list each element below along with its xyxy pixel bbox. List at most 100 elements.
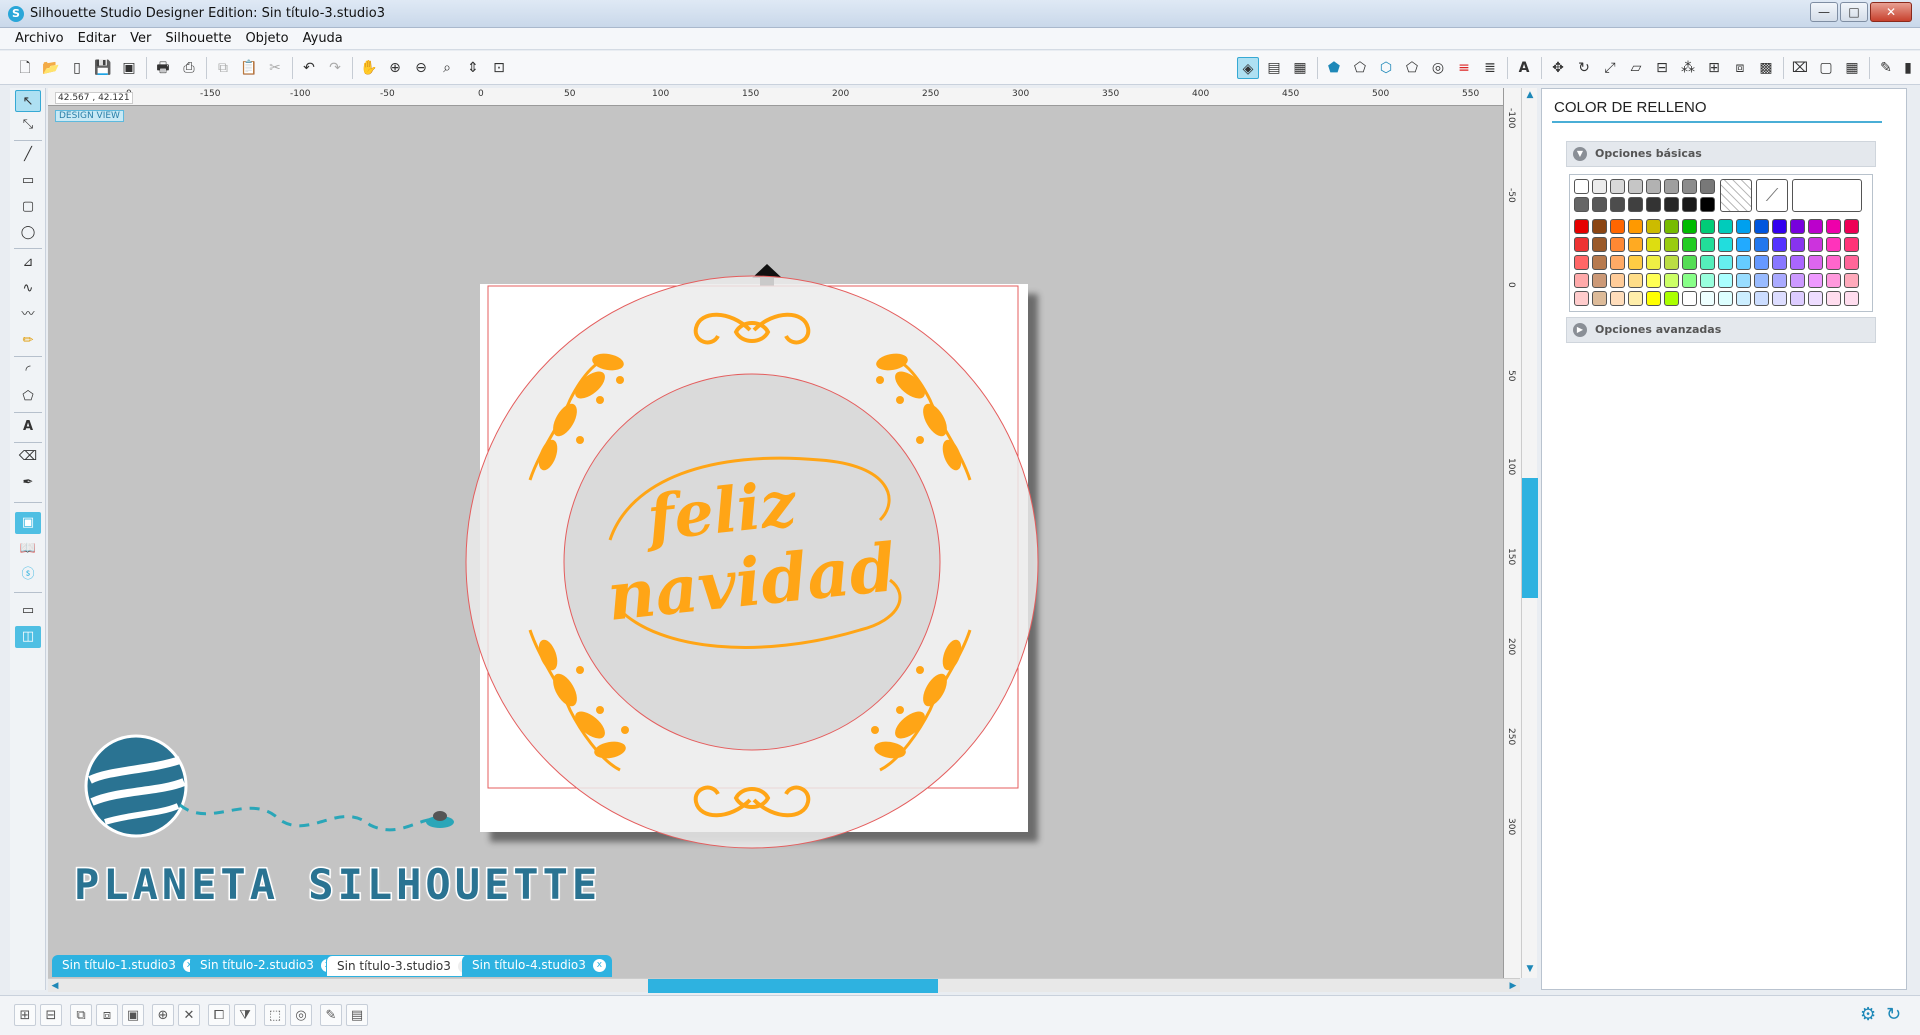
edit-points-icon[interactable]: ⤡ bbox=[15, 114, 41, 136]
menu-ver[interactable]: Ver bbox=[123, 28, 158, 49]
zoom-select-icon[interactable]: ⌕ bbox=[436, 57, 458, 79]
color-swatch[interactable] bbox=[1592, 179, 1607, 194]
color-swatch[interactable] bbox=[1700, 237, 1715, 252]
color-swatch[interactable] bbox=[1844, 219, 1859, 234]
color-swatch[interactable] bbox=[1736, 219, 1751, 234]
color-swatch[interactable] bbox=[1592, 255, 1607, 270]
scroll-down-icon[interactable]: ▼ bbox=[1522, 962, 1538, 976]
settings-gear-icon[interactable]: ⚙ bbox=[1860, 1004, 1876, 1025]
current-color-swatch[interactable] bbox=[1792, 179, 1862, 212]
refresh-icon[interactable]: ↻ bbox=[1886, 1004, 1901, 1025]
color-swatch[interactable] bbox=[1628, 219, 1643, 234]
registration-icon[interactable]: ▢ bbox=[1815, 57, 1837, 79]
ellipse-tool-icon[interactable]: ◯ bbox=[15, 222, 41, 244]
new-document-icon[interactable]: 🗋 bbox=[14, 57, 36, 79]
color-swatch[interactable] bbox=[1574, 237, 1589, 252]
menu-objeto[interactable]: Objeto bbox=[238, 28, 295, 49]
color-swatch[interactable] bbox=[1628, 291, 1643, 306]
color-swatch[interactable] bbox=[1610, 197, 1625, 212]
line-color-icon[interactable]: ⬠ bbox=[1401, 57, 1423, 79]
scale-icon[interactable]: ⤢ bbox=[1599, 57, 1621, 79]
fill-pentagon-icon[interactable]: ⬟ bbox=[1323, 57, 1345, 79]
zoom-in-icon[interactable]: ⊕ bbox=[384, 57, 406, 79]
color-swatch[interactable] bbox=[1844, 273, 1859, 288]
group-icon[interactable]: ⊞ bbox=[14, 1004, 36, 1026]
basic-options-header[interactable]: ▼ Opciones básicas bbox=[1566, 141, 1876, 167]
color-swatch[interactable] bbox=[1718, 255, 1733, 270]
library-book-icon[interactable]: 📖 bbox=[15, 538, 41, 560]
menu-ayuda[interactable]: Ayuda bbox=[296, 28, 350, 49]
pattern-icon[interactable]: ⬡ bbox=[1375, 57, 1397, 79]
color-swatch[interactable] bbox=[1610, 291, 1625, 306]
line-options-icon[interactable]: ≣ bbox=[1479, 57, 1501, 79]
color-swatch[interactable] bbox=[1700, 179, 1715, 194]
color-swatch[interactable] bbox=[1718, 273, 1733, 288]
online-store-icon[interactable]: ⓢ bbox=[15, 564, 41, 586]
color-swatch[interactable] bbox=[1664, 219, 1679, 234]
tab-sin-titulo-4[interactable]: Sin título-4.studio3 x bbox=[462, 955, 612, 977]
select-all-icon[interactable]: ⬚ bbox=[264, 1004, 286, 1026]
zoom-out-icon[interactable]: ⊖ bbox=[410, 57, 432, 79]
horizontal-scroll-thumb[interactable] bbox=[648, 979, 938, 993]
select-arrow-icon[interactable]: ↖ bbox=[15, 90, 41, 112]
undo-icon[interactable]: ↶ bbox=[298, 57, 320, 79]
color-swatch[interactable] bbox=[1790, 291, 1805, 306]
color-swatch[interactable] bbox=[1844, 237, 1859, 252]
color-swatch[interactable] bbox=[1718, 291, 1733, 306]
color-swatch[interactable] bbox=[1628, 273, 1643, 288]
color-swatch[interactable] bbox=[1682, 255, 1697, 270]
color-swatch[interactable] bbox=[1736, 291, 1751, 306]
color-swatch[interactable] bbox=[1700, 273, 1715, 288]
color-swatch[interactable] bbox=[1664, 291, 1679, 306]
color-swatch[interactable] bbox=[1646, 291, 1661, 306]
knife-tool-icon[interactable]: ✒ bbox=[15, 472, 41, 494]
tab-sin-titulo-3[interactable]: Sin título-3.studio3x bbox=[326, 955, 478, 977]
color-swatch[interactable] bbox=[1610, 179, 1625, 194]
color-swatch[interactable] bbox=[1664, 273, 1679, 288]
color-swatch[interactable] bbox=[1754, 219, 1769, 234]
rotate-icon[interactable]: ↻ bbox=[1573, 57, 1595, 79]
single-view-icon[interactable]: ▭ bbox=[15, 600, 41, 622]
color-swatch[interactable] bbox=[1808, 273, 1823, 288]
color-swatch[interactable] bbox=[1592, 219, 1607, 234]
color-swatch[interactable] bbox=[1772, 255, 1787, 270]
close-tab-icon[interactable]: x bbox=[592, 959, 606, 972]
color-swatch[interactable] bbox=[1646, 179, 1661, 194]
color-swatch[interactable] bbox=[1628, 237, 1643, 252]
line-tool-icon[interactable]: ╱ bbox=[15, 144, 41, 166]
page-setup-icon[interactable]: ▤ bbox=[1263, 57, 1285, 79]
color-swatch[interactable] bbox=[1700, 291, 1715, 306]
text-style-icon[interactable]: A bbox=[1513, 57, 1535, 79]
color-swatch[interactable] bbox=[1844, 255, 1859, 270]
color-swatch[interactable] bbox=[1664, 197, 1679, 212]
color-swatch[interactable] bbox=[1808, 255, 1823, 270]
preferences-icon[interactable]: ▦ bbox=[1841, 57, 1863, 79]
menu-silhouette[interactable]: Silhouette bbox=[158, 28, 238, 49]
grid-icon[interactable]: ▦ bbox=[1289, 57, 1311, 79]
color-swatch[interactable] bbox=[1664, 255, 1679, 270]
color-swatch[interactable] bbox=[1646, 255, 1661, 270]
color-swatch[interactable] bbox=[1754, 237, 1769, 252]
color-swatch[interactable] bbox=[1808, 237, 1823, 252]
shear-icon[interactable]: ▱ bbox=[1625, 57, 1647, 79]
weld-icon[interactable]: ⊕ bbox=[152, 1004, 174, 1026]
color-swatch[interactable] bbox=[1826, 291, 1841, 306]
color-swatch[interactable] bbox=[1790, 273, 1805, 288]
color-swatch[interactable] bbox=[1592, 237, 1607, 252]
color-swatch[interactable] bbox=[1790, 219, 1805, 234]
pan-hand-icon[interactable]: ✋ bbox=[358, 57, 380, 79]
store-icon[interactable]: ▮ bbox=[1897, 57, 1919, 79]
send-silhouette-icon[interactable]: ✎ bbox=[1875, 57, 1897, 79]
bring-front-icon[interactable]: ▣ bbox=[122, 1004, 144, 1026]
color-swatch[interactable] bbox=[1826, 219, 1841, 234]
print-cut-icon[interactable]: ⎙ bbox=[178, 57, 200, 79]
color-swatch[interactable] bbox=[1610, 237, 1625, 252]
smooth-freehand-icon[interactable]: ✏ bbox=[15, 330, 41, 352]
color-swatch[interactable] bbox=[1682, 179, 1697, 194]
redo-icon[interactable]: ↷ bbox=[324, 57, 346, 79]
color-swatch[interactable] bbox=[1592, 291, 1607, 306]
freehand-tool-icon[interactable]: 〰 bbox=[15, 304, 41, 326]
color-swatch[interactable] bbox=[1772, 237, 1787, 252]
color-swatch[interactable] bbox=[1826, 237, 1841, 252]
color-swatch[interactable] bbox=[1700, 219, 1715, 234]
